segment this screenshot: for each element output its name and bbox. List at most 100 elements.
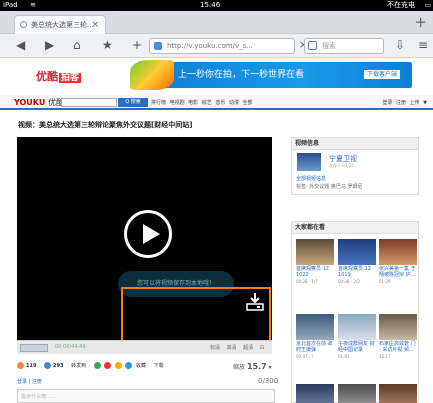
card-meta: 01:29 (379, 279, 391, 284)
all-videos-link[interactable]: 全部视频信息 (296, 175, 326, 182)
youku-paike-logo: 优酷 拍客 (36, 68, 82, 84)
download-button[interactable]: 下载 (154, 363, 164, 369)
logo-text: YOUKU (14, 98, 46, 107)
share-qzone-icon[interactable] (114, 362, 122, 369)
download-client-button[interactable]: 下载客户端 (363, 70, 400, 79)
thumbnail (338, 314, 376, 340)
related-card-partial[interactable] (338, 384, 376, 403)
share-label: 转发到 (71, 363, 87, 369)
channel-avatar[interactable] (297, 153, 321, 171)
url-text: http://v.youku.com/v_s... (167, 42, 253, 50)
related-card-partial[interactable] (379, 384, 417, 403)
related-card[interactable]: 张兴美第一集 于翔被陈冠辩 护... 01:29 (379, 239, 417, 284)
clock: 15:46 (200, 1, 221, 9)
ad-banner[interactable]: 优酷 拍客 上一秒你在拍，下一秒世界在看 下载客户端 (0, 58, 433, 92)
site-favicon (154, 42, 162, 50)
thumbnail (379, 239, 417, 265)
channel-info: 宁夏卫视 发布于 03/22 全部视频信息 标签: 外交议题 奥巴马 罗姆尼 (292, 150, 418, 194)
site-search-button[interactable]: Q 搜索 (118, 98, 148, 107)
save-download-icon[interactable] (244, 291, 266, 313)
related-card[interactable]: 午夜成群网友 财经中国记录 01:01 (338, 314, 376, 359)
card-title: 首席观察员 12 1019 (338, 266, 371, 278)
share-weibo-icon[interactable] (104, 362, 112, 369)
dislike-count: 293 (53, 363, 64, 369)
forward-icon[interactable]: ▶ (45, 38, 54, 52)
card-meta: 00:28 · 2/3 (338, 279, 360, 284)
loading-icon (20, 21, 27, 28)
player-controls: 00:00/44:49 标清 高清 超清 ⊡ (17, 340, 272, 354)
search-engine-icon[interactable] (308, 41, 317, 50)
browser-toolbar: ◀ ▶ ⌂ ★ + http://v.youku.com/v_s... × 搜索… (0, 34, 433, 58)
back-icon[interactable]: ◀ (16, 38, 25, 52)
related-card[interactable]: 首席观察员 12 1019 00:28 · 2/3 (338, 239, 376, 284)
brand-tag: 拍客 (59, 73, 82, 83)
related-card[interactable]: 首席观察员 12 1022 00:28 · 1/7 (296, 239, 334, 284)
banner-slogan: 上一秒你在拍，下一秒世界在看 (178, 70, 305, 80)
related-header: 大家都在看 (292, 222, 418, 234)
related-card-partial[interactable] (296, 384, 334, 403)
related-card[interactable]: 京北首次在前 政府王援弹 00:47 · 7 (296, 314, 334, 359)
comment-input[interactable]: 说点什么吧...... (17, 389, 275, 403)
card-title: 首席观察员 12 1022 (296, 266, 329, 278)
card-meta: 15:17 (379, 354, 391, 359)
download-icon[interactable]: ⇩ (395, 38, 405, 52)
status-bar: iPad ≋ 15:46 不在充电 ▭ (0, 0, 433, 11)
thumbnail (379, 314, 417, 340)
card-title: 石家庄高效管 门 - 采访片视 频... (379, 341, 416, 353)
browser-tab[interactable]: 美总统大选第三轮... × (14, 15, 106, 34)
banner-strip[interactable]: 上一秒你在拍，下一秒世界在看 下载客户端 (130, 60, 412, 90)
add-bookmark-icon[interactable]: + (132, 38, 142, 52)
home-icon[interactable]: ⌂ (73, 38, 81, 52)
new-tab-button[interactable]: + (414, 13, 427, 31)
comment-login-link[interactable]: 登录 | 注册 (17, 378, 42, 385)
thumbnail (379, 384, 417, 403)
card-title: 午夜成群网友 财经中国记录 (338, 341, 375, 353)
bookmark-star-icon[interactable]: ★ (102, 38, 113, 52)
video-info-panel: 视频信息 宁夏卫视 发布于 03/22 全部视频信息 标签: 外交议题 奥巴马 … (291, 137, 419, 195)
url-field[interactable]: http://v.youku.com/v_s... × (149, 38, 308, 54)
wifi-icon: ≋ (30, 1, 36, 9)
close-tab-icon[interactable]: × (91, 16, 99, 34)
battery-icon: ▭ (424, 1, 431, 9)
favorite-button[interactable]: 收藏 (136, 363, 146, 369)
related-panel: 大家都在看 首席观察员 12 1022 00:28 · 1/7 首席观察员 12 … (291, 221, 419, 403)
thumbnail (296, 239, 334, 265)
user-links[interactable]: 登录 注册 上传 ▼ (382, 99, 427, 106)
play-pause-button[interactable] (20, 344, 48, 352)
comment-char-count: 0/300 (258, 377, 279, 385)
thumbnail (296, 384, 334, 403)
zoom-label: 缩放 (233, 364, 246, 371)
battery-status: 不在充电 (387, 1, 415, 9)
share-wechat-icon[interactable] (93, 362, 101, 369)
like-count: 119 (26, 363, 37, 369)
youku-logo[interactable]: YOUKU 优酷 (14, 97, 64, 108)
thumbnail (338, 239, 376, 265)
search-placeholder: 搜索 (322, 42, 336, 50)
card-meta: 00:47 · 7 (296, 354, 314, 359)
site-search-input[interactable] (61, 98, 117, 107)
device-label: iPad (3, 1, 18, 9)
thumbnail (338, 384, 376, 403)
share-more-icon[interactable] (125, 362, 133, 369)
channel-sub: 发布于 03/22 (329, 163, 354, 168)
site-nav-links[interactable]: 排行榜 电视剧 电影 综艺 音乐 动漫 全部 (151, 99, 253, 106)
card-meta: 01:01 (338, 354, 350, 359)
thumb-up-icon (17, 362, 24, 369)
quality-options[interactable]: 标清 高清 超清 ⊡ (210, 344, 264, 351)
video-title: 视频：美总统大选第三轮辩论聚焦外交议题[财经中间站] (18, 121, 193, 129)
related-card[interactable]: 石家庄高效管 门 - 采访片视 频... 15:17 (379, 314, 417, 359)
video-tags: 标签: 外交议题 奥巴马 罗姆尼 (296, 184, 363, 190)
tab-title: 美总统大选第三轮... (31, 21, 94, 29)
dislike-button[interactable]: 293 (44, 362, 64, 369)
card-meta: 00:28 · 1/7 (296, 279, 318, 284)
banner-art (130, 60, 174, 90)
time-display: 00:00/44:49 (55, 344, 86, 350)
card-title: 京北首次在前 政府王援弹 (296, 341, 333, 353)
card-title: 张兴美第一集 于翔被陈冠辩 护... (379, 266, 416, 278)
search-field[interactable]: 搜索 (304, 38, 384, 54)
like-button[interactable]: 119 (17, 362, 37, 369)
menu-icon[interactable]: ≡ (418, 38, 428, 52)
play-button[interactable] (124, 210, 172, 258)
zoom-control[interactable]: 缩放 15.7 ▾ (233, 362, 272, 371)
zoom-value: 15.7 (246, 362, 267, 371)
